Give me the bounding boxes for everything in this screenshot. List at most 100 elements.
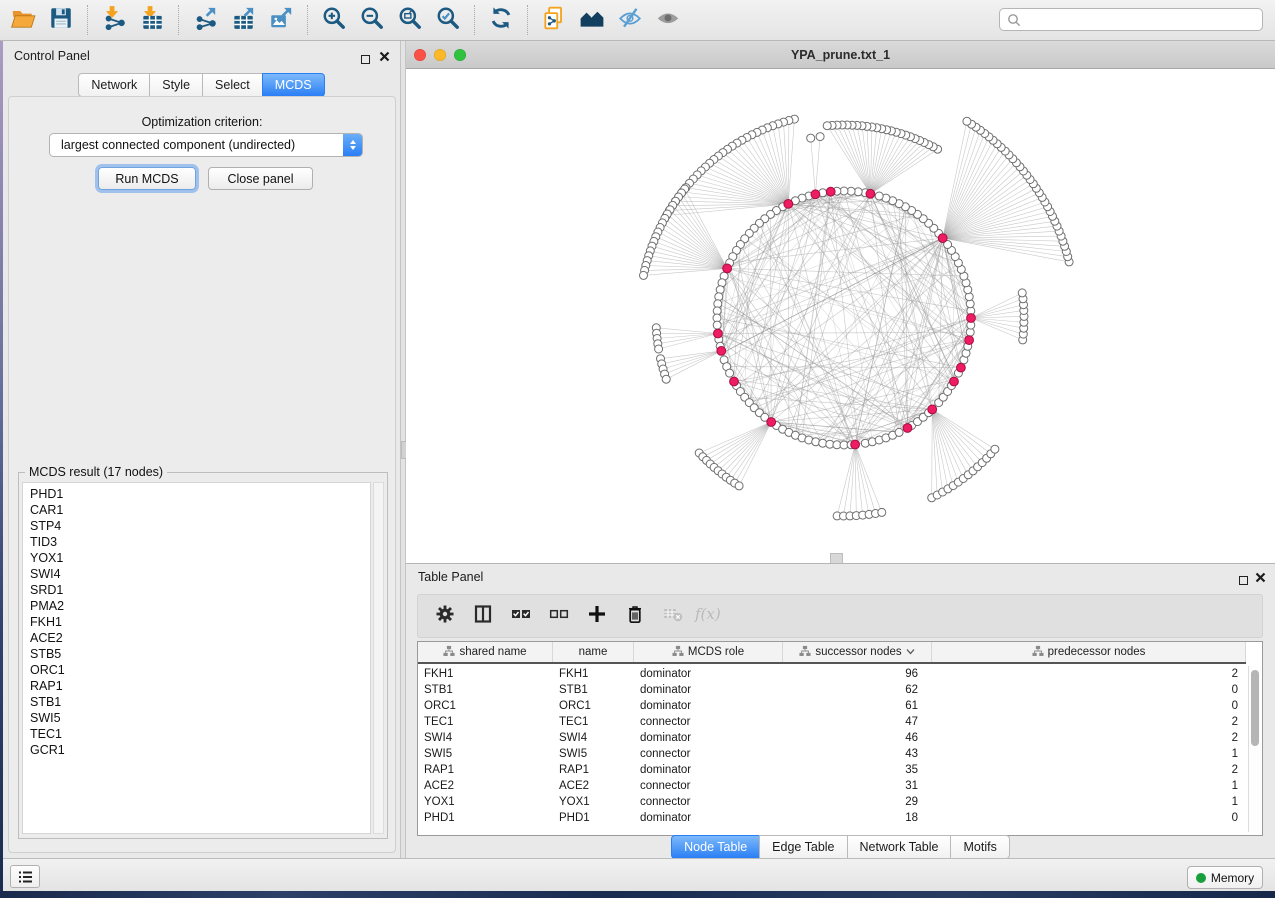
cell-MCDS-role[interactable]: dominator bbox=[640, 762, 779, 778]
delete-table-button[interactable] bbox=[654, 599, 692, 633]
network-node[interactable] bbox=[713, 321, 721, 329]
network-leaf-node[interactable] bbox=[807, 134, 815, 142]
cell-successor-nodes[interactable]: 35 bbox=[783, 762, 918, 778]
float-table-panel-icon[interactable] bbox=[1239, 572, 1248, 590]
cell-name[interactable]: TEC1 bbox=[559, 714, 630, 730]
open-folder-button[interactable] bbox=[4, 4, 42, 36]
cell-successor-nodes[interactable]: 43 bbox=[783, 746, 918, 762]
export-network-button[interactable] bbox=[186, 4, 224, 36]
mcds-result-item[interactable]: ORC1 bbox=[30, 662, 370, 678]
mcds-result-item[interactable]: CAR1 bbox=[30, 502, 370, 518]
cell-name[interactable]: SWI4 bbox=[559, 730, 630, 746]
mcds-result-item[interactable]: TID3 bbox=[30, 534, 370, 550]
cell-shared-name[interactable]: STB1 bbox=[424, 682, 549, 698]
cell-name[interactable]: ORC1 bbox=[559, 698, 630, 714]
network-dominator-node[interactable] bbox=[866, 189, 875, 198]
mcds-result-item[interactable]: STB5 bbox=[30, 646, 370, 662]
cell-successor-nodes[interactable]: 61 bbox=[783, 698, 918, 714]
tab-network-table[interactable]: Network Table bbox=[847, 835, 952, 859]
network-node[interactable] bbox=[726, 369, 734, 377]
save-button[interactable] bbox=[42, 4, 80, 36]
network-leaf-node[interactable] bbox=[1018, 289, 1026, 297]
hide-selected-button[interactable] bbox=[611, 4, 649, 36]
mcds-result-item[interactable]: FKH1 bbox=[30, 614, 370, 630]
network-leaf-node[interactable] bbox=[823, 122, 831, 130]
cell-successor-nodes[interactable]: 31 bbox=[783, 778, 918, 794]
cell-successor-nodes[interactable]: 96 bbox=[783, 666, 918, 682]
cell-successor-nodes[interactable]: 62 bbox=[783, 682, 918, 698]
mcds-result-item[interactable]: YOX1 bbox=[30, 550, 370, 566]
cell-shared-name[interactable]: RAP1 bbox=[424, 762, 549, 778]
cell-predecessor-nodes[interactable]: 0 bbox=[932, 810, 1238, 826]
show-all-button[interactable] bbox=[649, 4, 687, 36]
deselect-all-button[interactable] bbox=[540, 599, 578, 633]
network-leaf-node[interactable] bbox=[735, 482, 743, 490]
cell-predecessor-nodes[interactable]: 2 bbox=[932, 714, 1238, 730]
network-dominator-node[interactable] bbox=[851, 440, 860, 449]
network-dominator-node[interactable] bbox=[714, 329, 723, 338]
network-dominator-node[interactable] bbox=[965, 336, 974, 345]
mcds-result-item[interactable]: TEC1 bbox=[30, 726, 370, 742]
cell-MCDS-role[interactable]: connector bbox=[640, 746, 779, 762]
network-leaf-node[interactable] bbox=[991, 445, 999, 453]
cell-predecessor-nodes[interactable]: 2 bbox=[932, 666, 1238, 682]
memory-button[interactable]: Memory bbox=[1187, 866, 1263, 889]
cell-predecessor-nodes[interactable]: 1 bbox=[932, 746, 1238, 762]
zoom-in-button[interactable] bbox=[315, 4, 353, 36]
cell-MCDS-role[interactable]: dominator bbox=[640, 666, 779, 682]
mcds-result-item[interactable]: SWI5 bbox=[30, 710, 370, 726]
zoom-selected-button[interactable] bbox=[429, 4, 467, 36]
cell-successor-nodes[interactable]: 47 bbox=[783, 714, 918, 730]
cell-name[interactable]: YOX1 bbox=[559, 794, 630, 810]
cell-successor-nodes[interactable]: 18 bbox=[783, 810, 918, 826]
cell-name[interactable]: FKH1 bbox=[559, 666, 630, 682]
cell-MCDS-role[interactable]: connector bbox=[640, 794, 779, 810]
cell-shared-name[interactable]: TEC1 bbox=[424, 714, 549, 730]
node-table[interactable]: shared namenameMCDS rolesuccessor nodesp… bbox=[417, 641, 1263, 836]
mcds-result-item[interactable]: ACE2 bbox=[30, 630, 370, 646]
mcds-result-item[interactable]: SWI4 bbox=[30, 566, 370, 582]
column-header-successor-nodes[interactable]: successor nodes bbox=[783, 642, 932, 662]
network-dominator-node[interactable] bbox=[903, 424, 912, 433]
network-dominator-node[interactable] bbox=[957, 363, 966, 372]
network-dominator-node[interactable] bbox=[967, 314, 976, 323]
close-table-panel-icon[interactable] bbox=[1255, 570, 1266, 588]
network-dominator-node[interactable] bbox=[730, 377, 739, 386]
mcds-result-scrollbar[interactable] bbox=[373, 482, 384, 834]
tab-network[interactable]: Network bbox=[78, 73, 150, 97]
cell-name[interactable]: PHD1 bbox=[559, 810, 630, 826]
network-leaf-node[interactable] bbox=[640, 271, 648, 279]
copy-network-button[interactable] bbox=[535, 4, 573, 36]
network-node[interactable] bbox=[875, 192, 883, 200]
tab-mcds[interactable]: MCDS bbox=[262, 73, 325, 97]
tab-node-table[interactable]: Node Table bbox=[671, 835, 760, 859]
function-button[interactable]: f(x) bbox=[692, 599, 730, 633]
mcds-result-item[interactable]: STB1 bbox=[30, 694, 370, 710]
close-panel-button[interactable]: Close panel bbox=[208, 167, 313, 190]
cell-name[interactable]: STB1 bbox=[559, 682, 630, 698]
network-dominator-node[interactable] bbox=[928, 405, 937, 414]
table-scrollbar-thumb[interactable] bbox=[1251, 670, 1259, 746]
column-header-shared-name[interactable]: shared name bbox=[418, 642, 553, 662]
tab-select[interactable]: Select bbox=[202, 73, 263, 97]
mcds-result-item[interactable]: PHD1 bbox=[30, 486, 370, 502]
criterion-select[interactable]: largest connected component (undirected) bbox=[49, 133, 363, 157]
mcds-result-list[interactable]: PHD1CAR1STP4TID3YOX1SWI4SRD1PMA2FKH1ACE2… bbox=[22, 482, 371, 834]
add-button[interactable] bbox=[578, 599, 616, 633]
network-leaf-node[interactable] bbox=[816, 133, 824, 141]
column-header-name[interactable]: name bbox=[553, 642, 634, 662]
cell-shared-name[interactable]: PHD1 bbox=[424, 810, 549, 826]
cell-shared-name[interactable]: FKH1 bbox=[424, 666, 549, 682]
mcds-result-item[interactable]: STP4 bbox=[30, 518, 370, 534]
network-dominator-node[interactable] bbox=[717, 347, 726, 356]
import-network-button[interactable] bbox=[95, 4, 133, 36]
cell-predecessor-nodes[interactable]: 0 bbox=[932, 682, 1238, 698]
close-panel-icon[interactable] bbox=[379, 49, 390, 67]
export-table-button[interactable] bbox=[224, 4, 262, 36]
export-image-button[interactable] bbox=[262, 4, 300, 36]
cell-shared-name[interactable]: SWI5 bbox=[424, 746, 549, 762]
task-history-button[interactable] bbox=[10, 865, 40, 888]
cell-MCDS-role[interactable]: connector bbox=[640, 714, 779, 730]
cell-MCDS-role[interactable]: connector bbox=[640, 778, 779, 794]
table-scrollbar[interactable] bbox=[1248, 666, 1261, 832]
